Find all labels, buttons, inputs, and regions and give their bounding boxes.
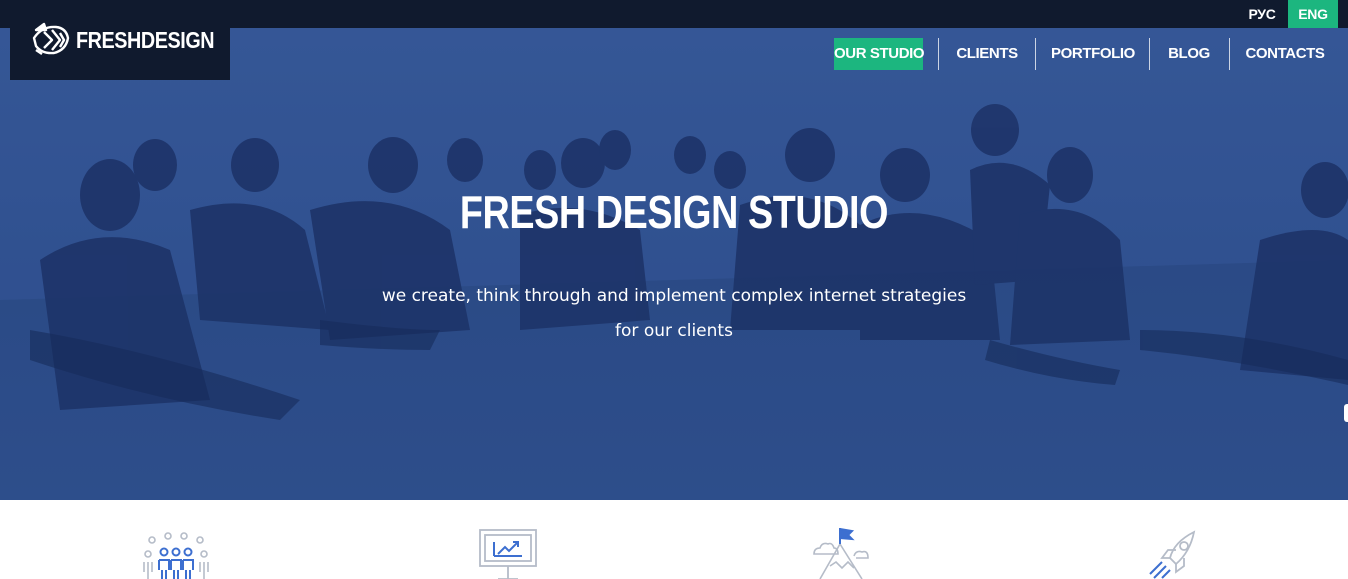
nav-clients[interactable]: CLIENTS	[952, 38, 1022, 70]
nav-separator	[1229, 38, 1230, 70]
page: РУС ENG FRESHDESIGN OUR STUDIO CLIENTS P…	[0, 0, 1348, 579]
logo-text: FRESHDESIGN	[76, 27, 214, 54]
team-people-icon	[140, 528, 212, 579]
nav-portfolio[interactable]: PORTFOLIO	[1050, 38, 1136, 70]
nav-separator	[938, 38, 939, 70]
rocket-icon	[1140, 528, 1212, 579]
logo[interactable]: FRESHDESIGN	[10, 0, 230, 80]
presentation-chart-icon	[472, 528, 544, 579]
nav-contacts[interactable]: CONTACTS	[1243, 38, 1327, 70]
scroll-indicator[interactable]	[1344, 404, 1348, 422]
hero-section: РУС ENG FRESHDESIGN OUR STUDIO CLIENTS P…	[0, 0, 1348, 500]
mountain-flag-icon	[806, 528, 878, 579]
language-ru-link[interactable]: РУС	[1238, 0, 1286, 28]
hero-subtitle-line1: we create, think through and implement c…	[0, 286, 1348, 306]
hero-title: FRESH DESIGN STUDIO	[121, 185, 1226, 239]
nav-separator	[1149, 38, 1150, 70]
nav-separator	[1035, 38, 1036, 70]
language-en-link[interactable]: ENG	[1288, 0, 1338, 28]
stylized-fish-logo-icon	[30, 18, 72, 60]
hero-subtitle-line2: for our clients	[0, 321, 1348, 341]
nav-our-studio[interactable]: OUR STUDIO	[834, 38, 923, 70]
nav-blog[interactable]: BLOG	[1164, 38, 1214, 70]
